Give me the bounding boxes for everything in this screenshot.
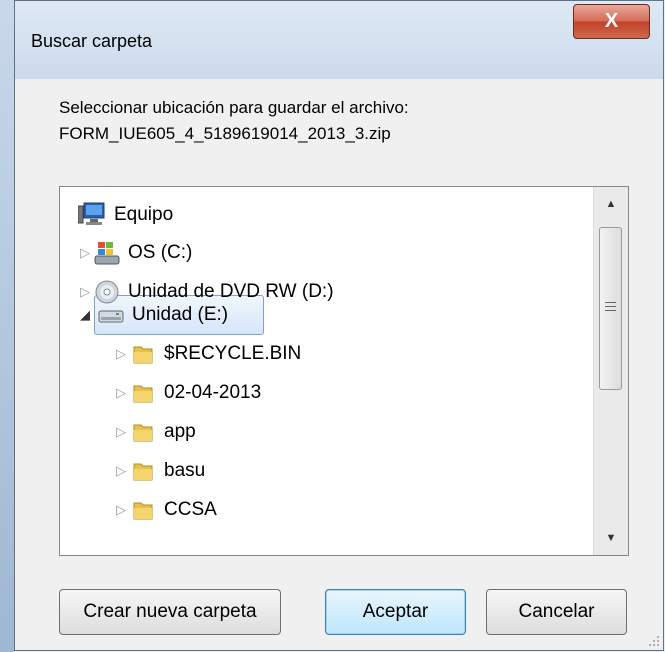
accept-button[interactable]: Aceptar xyxy=(325,589,466,635)
expand-arrow-icon[interactable]: ▷ xyxy=(114,502,128,518)
tree-item-label: OS (C:) xyxy=(128,242,193,263)
tree-item-label: $RECYCLE.BIN xyxy=(164,343,302,364)
title-bar[interactable]: Buscar carpeta X xyxy=(15,1,663,79)
expand-arrow-icon[interactable]: ▷ xyxy=(114,385,128,401)
scroll-up-button[interactable]: ▲ xyxy=(594,187,628,221)
folder-icon xyxy=(133,424,153,442)
scroll-up-arrow-icon: ▲ xyxy=(605,198,617,210)
expand-arrow-icon[interactable]: ▷ xyxy=(78,245,92,261)
description: Seleccionar ubicación para guardar el ar… xyxy=(59,95,409,147)
thumb-grip-icon xyxy=(605,306,616,307)
removable-drive-icon xyxy=(98,310,124,323)
tree-item-label: Unidad (E:) xyxy=(132,304,229,325)
dvd-drive-icon xyxy=(95,280,119,304)
tree-item-label: 02-04-2013 xyxy=(164,382,262,403)
folder-icon xyxy=(133,385,153,403)
folder-tree[interactable]: Equipo ▷ OS (C:) ▷ Unidad de DVD RW (D:)… xyxy=(59,186,629,556)
file-name: FORM_IUE605_4_5189619014_2013_3.zip xyxy=(59,124,391,143)
new-folder-button[interactable]: Crear nueva carpeta xyxy=(59,589,281,635)
vertical-scrollbar[interactable]: ▲ ▼ xyxy=(593,187,628,555)
description-line: Seleccionar ubicación para guardar el ar… xyxy=(59,98,409,117)
windows-drive-icon xyxy=(94,242,120,265)
thumb-grip-icon xyxy=(605,310,616,311)
cancel-button[interactable]: Cancelar xyxy=(486,589,627,635)
window-title: Buscar carpeta xyxy=(31,31,153,51)
thumb-grip-icon xyxy=(605,302,616,303)
folder-icon xyxy=(133,346,153,364)
tree-item-label: CCSA xyxy=(164,499,217,520)
expand-arrow-icon[interactable]: ▷ xyxy=(114,346,128,362)
scroll-down-button[interactable]: ▼ xyxy=(594,521,628,555)
folder-icon xyxy=(133,463,153,481)
dialog-content: Seleccionar ubicación para guardar el ar… xyxy=(15,79,663,650)
collapse-arrow-icon[interactable]: ◢ xyxy=(78,307,92,323)
close-icon: X xyxy=(604,10,619,32)
close-button[interactable]: X xyxy=(573,4,650,39)
folder-icon xyxy=(133,502,153,520)
expand-arrow-icon[interactable]: ▷ xyxy=(114,463,128,479)
tree-item-label: basu xyxy=(164,460,206,481)
tree-item-label: Unidad de DVD RW (D:) xyxy=(128,281,334,302)
expand-arrow-icon[interactable]: ▷ xyxy=(78,284,92,300)
resize-grip-icon[interactable] xyxy=(646,633,660,647)
scroll-thumb[interactable] xyxy=(599,227,622,390)
tree-item-label: app xyxy=(164,421,196,442)
browse-folder-dialog: Buscar carpeta X Seleccionar ubicación p… xyxy=(14,0,664,651)
computer-icon xyxy=(78,202,105,225)
background-window-edge xyxy=(0,0,14,652)
expand-arrow-icon[interactable]: ▷ xyxy=(114,424,128,440)
tree-item-label: Equipo xyxy=(114,204,174,225)
scroll-down-arrow-icon: ▼ xyxy=(605,532,617,544)
